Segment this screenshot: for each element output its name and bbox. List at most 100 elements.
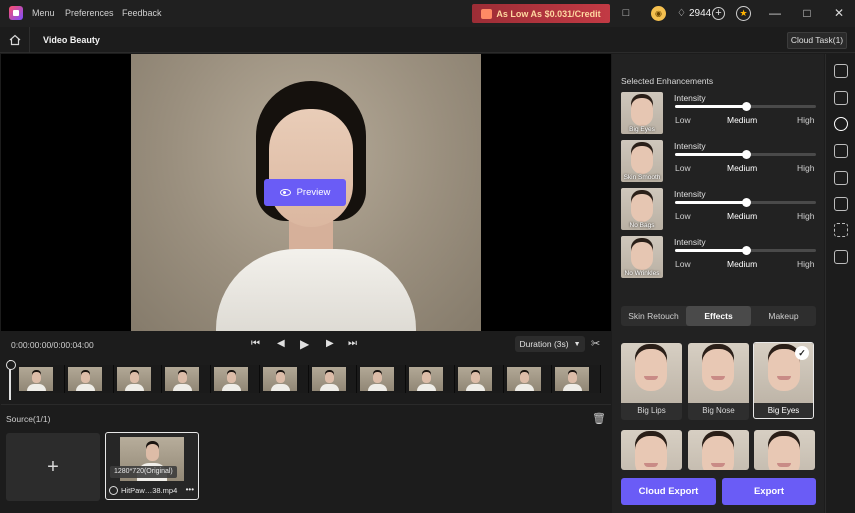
effect-item[interactable]: [754, 430, 815, 470]
cloud-task-button[interactable]: Cloud Task(1): [787, 32, 847, 49]
edit-icon[interactable]: [834, 91, 848, 105]
intensity-slider[interactable]: [675, 198, 816, 207]
slider-knob[interactable]: [741, 198, 751, 207]
level-high: High: [797, 163, 815, 173]
level-low: Low: [675, 115, 691, 125]
add-credits-icon[interactable]: +: [712, 7, 725, 20]
intensity-label: Intensity: [674, 189, 706, 199]
timecode: 0:00:00:00/0:00:04:00: [11, 340, 94, 350]
level-low: Low: [675, 163, 691, 173]
playhead[interactable]: [6, 360, 16, 400]
home-button[interactable]: [0, 27, 30, 53]
coin-icon[interactable]: ◉: [651, 6, 666, 21]
timeline[interactable]: [1, 357, 611, 403]
timeline-frame[interactable]: [211, 365, 260, 393]
user-avatar-icon[interactable]: ★: [736, 6, 751, 21]
refresh-icon: [109, 486, 118, 495]
play-icon[interactable]: ▶: [300, 337, 309, 351]
effect-item[interactable]: [688, 430, 749, 470]
promo-banner[interactable]: As Low As $0.031/Credit: [472, 4, 610, 23]
slider-fill: [675, 201, 746, 204]
video-generate-icon[interactable]: [834, 250, 848, 264]
cloud-export-button[interactable]: Cloud Export: [621, 478, 716, 505]
frame-thumbnail: [214, 367, 248, 391]
promo-text: As Low As $0.031/Credit: [496, 8, 601, 19]
maximize-icon[interactable]: □: [800, 6, 814, 20]
video-enhance-icon[interactable]: [834, 64, 848, 78]
frame-thumbnail: [457, 367, 492, 391]
app-window: Menu Preferences Feedback As Low As $0.0…: [0, 0, 855, 513]
tab-effects[interactable]: Effects: [686, 306, 751, 326]
timeline-frame[interactable]: [454, 365, 504, 393]
preview-button[interactable]: Preview: [264, 179, 346, 206]
slider-fill: [675, 105, 746, 108]
timeline-frame[interactable]: [503, 365, 553, 393]
intensity-label: Intensity: [674, 237, 706, 247]
tab-skin-retouch[interactable]: Skin Retouch: [621, 306, 686, 326]
grid-icon[interactable]: [834, 144, 848, 158]
add-source-button[interactable]: +: [6, 433, 100, 501]
timeline-frame[interactable]: [552, 365, 601, 393]
source-label: Source(1/1): [6, 414, 51, 424]
effect-item[interactable]: [621, 430, 682, 470]
preview-button-label: Preview: [296, 187, 331, 198]
intensity-slider[interactable]: [675, 246, 816, 255]
frame-thumbnail: [506, 367, 541, 391]
effect-label: Big Eyes: [767, 406, 800, 415]
frame-thumbnail: [311, 367, 346, 391]
intensity-label: Intensity: [674, 93, 706, 103]
slider-knob[interactable]: [741, 102, 751, 111]
enhancement-row: No Wrinkles Intensity Low Medium High: [621, 236, 821, 278]
frame-strip[interactable]: [16, 365, 601, 393]
skip-start-icon[interactable]: ⏮: [251, 338, 260, 349]
previous-frame-icon[interactable]: ◀: [277, 338, 285, 349]
close-icon[interactable]: ✕: [832, 6, 846, 20]
eraser-icon[interactable]: [834, 197, 848, 211]
timeline-frame[interactable]: [406, 365, 455, 393]
frame-thumbnail: [116, 367, 151, 391]
intensity-slider[interactable]: [675, 150, 816, 159]
effect-big-nose[interactable]: Big Nose: [688, 343, 749, 420]
effect-label: Big Nose: [702, 406, 735, 415]
duration-select[interactable]: Duration (3s) ▼: [515, 336, 585, 352]
timeline-frame[interactable]: [162, 365, 211, 393]
level-high: High: [797, 115, 815, 125]
scissors-icon[interactable]: ✂: [591, 337, 600, 350]
eye-icon: [279, 189, 291, 196]
timeline-frame[interactable]: [16, 365, 65, 393]
effect-big-lips[interactable]: Big Lips: [621, 343, 682, 420]
menu-feedback[interactable]: Feedback: [122, 8, 162, 18]
next-frame-icon[interactable]: ▶: [326, 338, 334, 349]
effect-thumbnail: [621, 430, 682, 470]
intensity-label: Intensity: [674, 141, 706, 151]
face-beauty-icon[interactable]: [834, 117, 848, 131]
intensity-slider[interactable]: [675, 102, 816, 111]
timeline-frame[interactable]: [357, 365, 406, 393]
more-icon[interactable]: •••: [186, 485, 194, 494]
trash-icon[interactable]: 🗑: [592, 412, 606, 425]
timeline-frame[interactable]: [113, 365, 163, 393]
slider-knob[interactable]: [741, 246, 751, 255]
menu-preferences[interactable]: Preferences: [65, 8, 114, 18]
message-icon[interactable]: □: [619, 6, 633, 20]
timeline-frame[interactable]: [308, 365, 358, 393]
select-area-icon[interactable]: [834, 223, 848, 237]
credits-display: ♢ 2944: [677, 8, 711, 19]
minimize-icon[interactable]: —: [768, 6, 782, 20]
export-button[interactable]: Export: [722, 478, 816, 505]
source-clip[interactable]: 1280*720(Original) HitPaw…38.mp4 •••: [105, 432, 199, 500]
home-icon: [9, 34, 20, 46]
pencil-icon[interactable]: [834, 171, 848, 185]
slider-knob[interactable]: [741, 150, 751, 159]
menu-menu[interactable]: Menu: [32, 8, 55, 18]
enhancement-name: No Bags: [629, 222, 655, 229]
tab-bar: Skin Retouch Effects Makeup: [621, 306, 816, 326]
effect-label: Big Lips: [637, 406, 666, 415]
enhancement-panel: Selected Enhancements Big Eyes Intensity L…: [612, 54, 824, 513]
effect-big-eyes[interactable]: ✓ Big Eyes: [753, 342, 814, 419]
tab-makeup[interactable]: Makeup: [751, 306, 816, 326]
skip-end-icon[interactable]: ⏭: [348, 338, 357, 349]
timeline-frame[interactable]: [64, 365, 114, 393]
timeline-frame[interactable]: [259, 365, 309, 393]
page-title: Video Beauty: [43, 35, 100, 45]
